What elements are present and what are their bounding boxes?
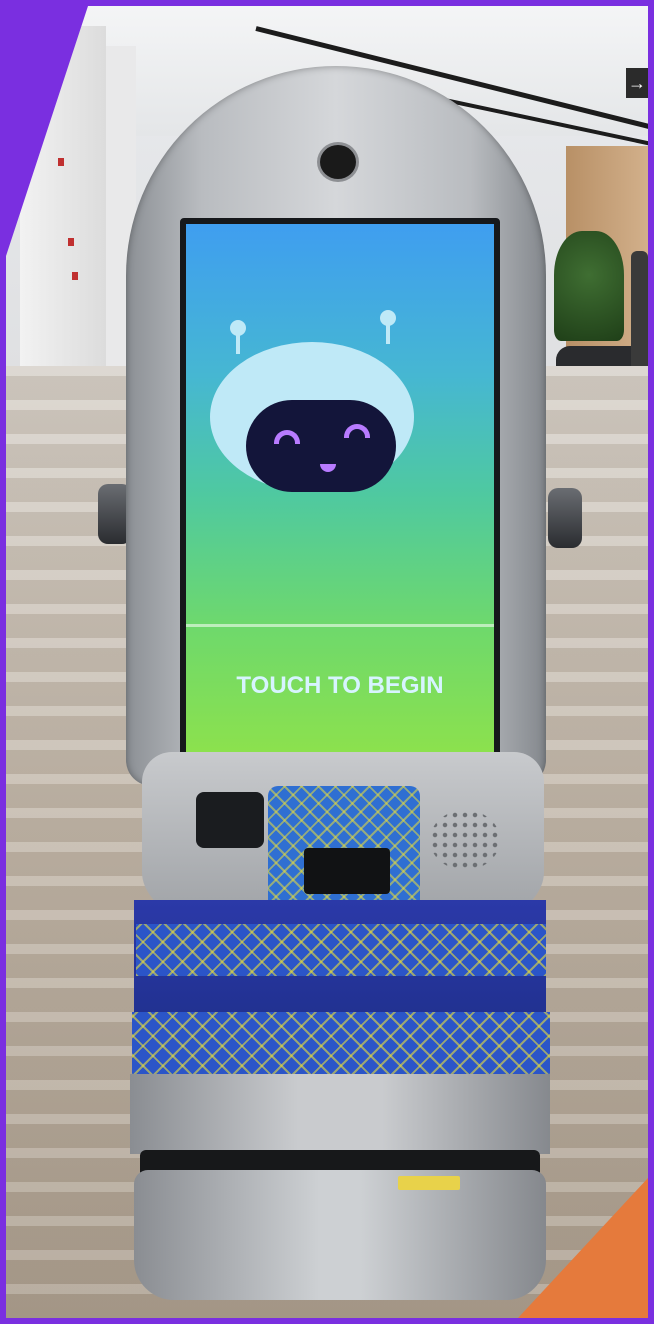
mascot-antenna-tip (380, 310, 396, 326)
body-pattern-band (136, 924, 546, 976)
warning-sticker (398, 1176, 460, 1190)
mascot-antenna-tip (230, 320, 246, 336)
scanner-window[interactable] (196, 792, 264, 848)
screen-glare (186, 624, 494, 627)
mascot-visor (246, 400, 396, 492)
camera-icon (320, 145, 356, 179)
robot-base-upper (130, 1074, 550, 1154)
robot-base-lower (134, 1170, 546, 1300)
kiosk-robot: TOUCH TO BEGIN (0, 0, 654, 1324)
body-pattern-band (132, 1012, 550, 1076)
touch-screen[interactable]: TOUCH TO BEGIN (180, 218, 500, 772)
speaker-grille-icon (430, 810, 500, 870)
side-sensor-right (548, 488, 582, 548)
touch-to-begin-button[interactable]: TOUCH TO BEGIN (186, 672, 494, 700)
card-slot[interactable] (304, 848, 390, 894)
